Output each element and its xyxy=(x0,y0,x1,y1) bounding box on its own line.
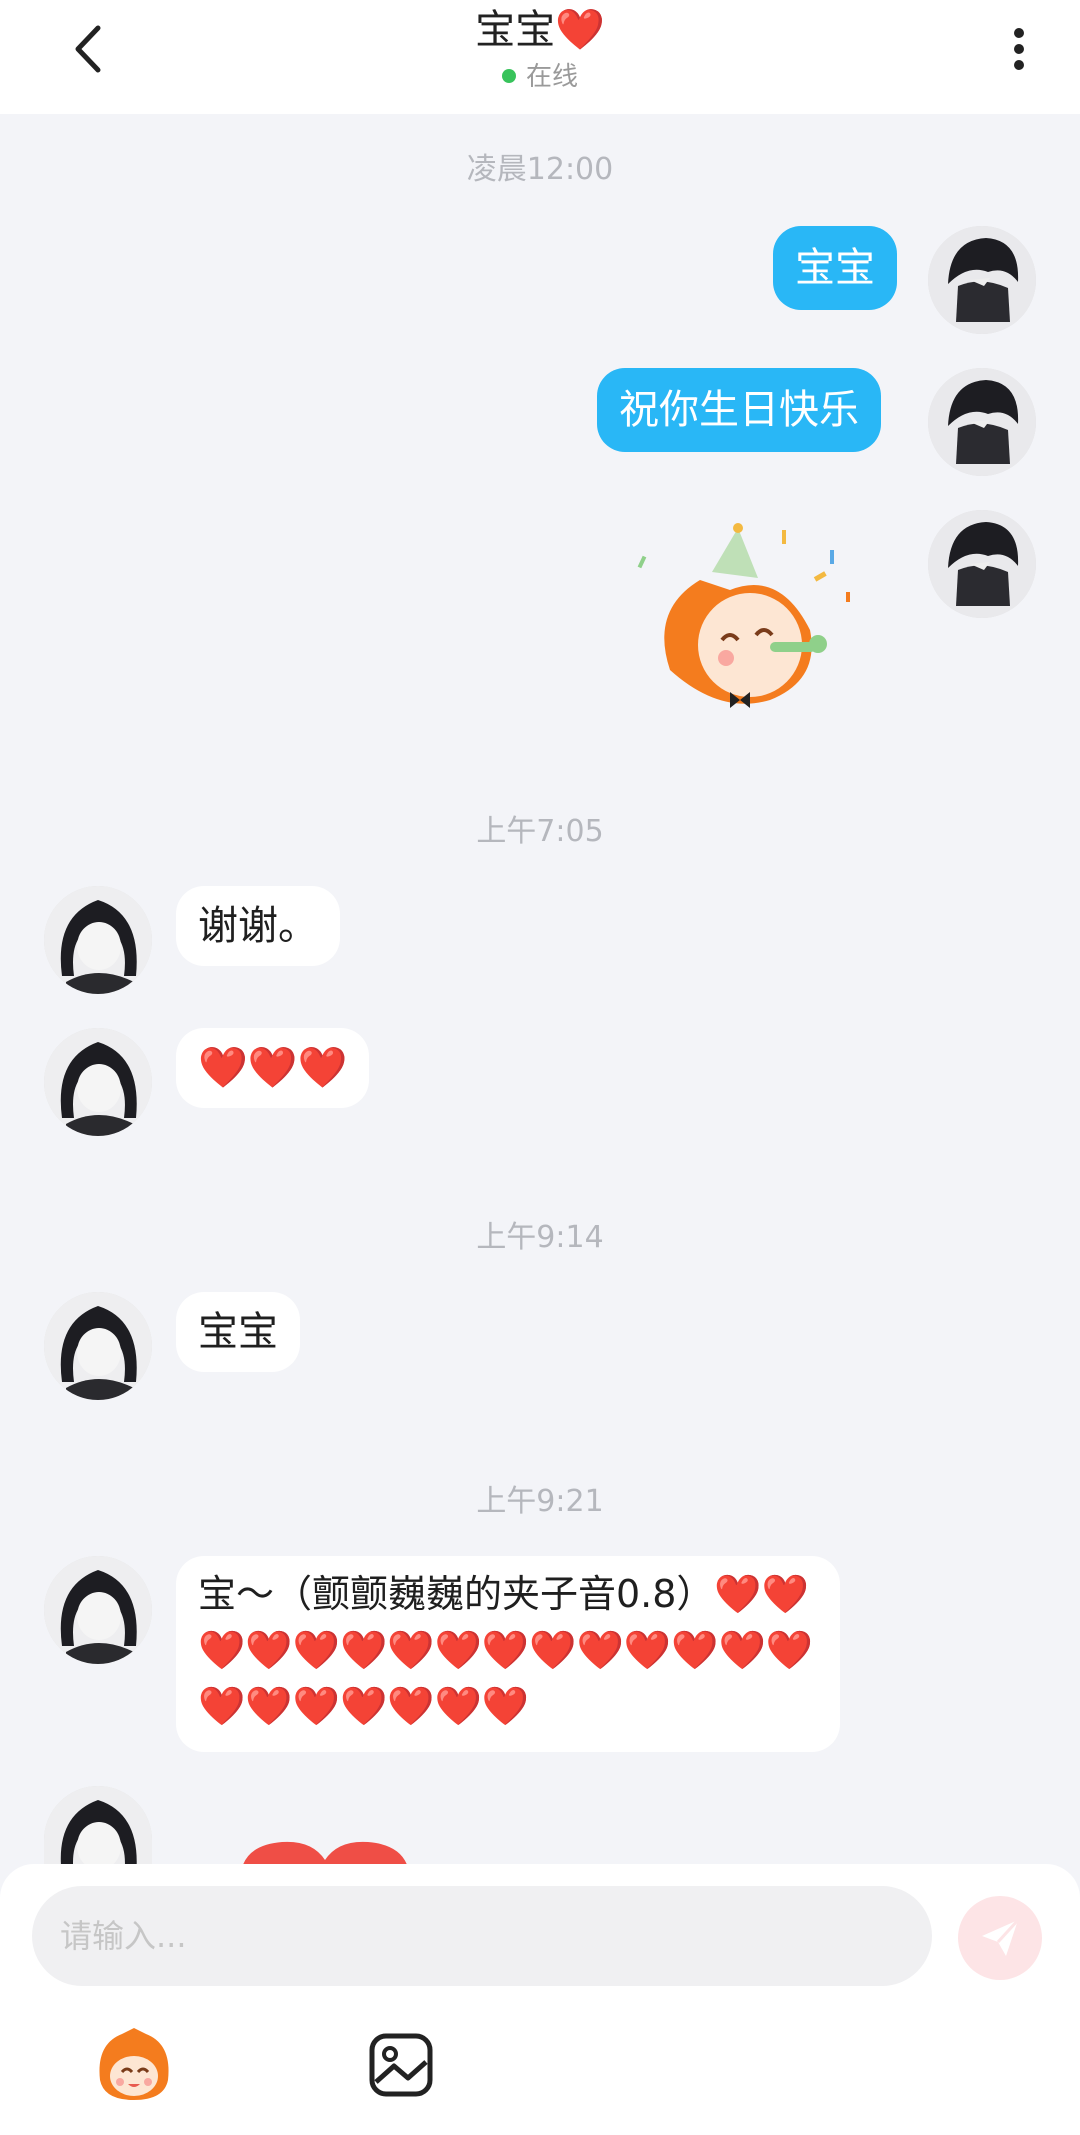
timestamp: 上午9:14 xyxy=(476,1220,604,1255)
online-dot xyxy=(501,69,516,83)
avatar-self[interactable] xyxy=(928,226,1036,334)
avatar-self[interactable] xyxy=(928,510,1036,618)
avatar-self[interactable] xyxy=(928,368,1036,476)
emoji-sticker-icon[interactable] xyxy=(92,2024,176,2104)
chat-header: 宝宝❤️ 在线 xyxy=(0,0,1080,114)
composer-bar: 请输入... xyxy=(0,1864,1080,2135)
avatar-contact[interactable] xyxy=(44,1786,152,1864)
message-bubble-incoming[interactable]: ❤️❤️❤️ xyxy=(176,1028,370,1108)
online-status: 在线 xyxy=(0,60,1080,94)
send-plane-icon[interactable] xyxy=(958,1896,1042,1980)
message-bubble-incoming[interactable]: 谢谢。 xyxy=(176,886,340,966)
timestamp: 上午9:21 xyxy=(476,1484,604,1519)
avatar-contact[interactable] xyxy=(44,1028,152,1136)
message-bubble-incoming[interactable]: 宝宝 xyxy=(176,1292,300,1372)
chat-title: 宝宝❤️ xyxy=(475,7,605,53)
party-sticker[interactable] xyxy=(630,520,860,720)
timestamp: 凌晨12:00 xyxy=(466,152,614,187)
avatar-contact[interactable] xyxy=(44,1556,152,1664)
status-label: 在线 xyxy=(525,62,578,92)
more-vertical-icon[interactable] xyxy=(1004,22,1034,78)
avatar-contact[interactable] xyxy=(44,1292,152,1400)
image-gallery-icon[interactable] xyxy=(368,2032,434,2098)
message-bubble-incoming[interactable]: 宝～（颤颤巍巍的夹子音0.8）❤️❤️❤️❤️❤️❤️❤️❤️❤️❤️❤️❤️❤… xyxy=(176,1556,840,1752)
avatar-contact[interactable] xyxy=(44,886,152,994)
message-input[interactable]: 请输入... xyxy=(32,1886,932,1986)
message-bubble-outgoing[interactable]: 宝宝 xyxy=(773,226,897,310)
timestamp: 上午7:05 xyxy=(476,814,604,849)
message-text: 宝～（颤颤巍巍的夹子音0.8）❤️❤️❤️❤️❤️❤️❤️❤️❤️❤️❤️❤️❤… xyxy=(198,1572,814,1728)
message-bubble-outgoing[interactable]: 祝你生日快乐 xyxy=(597,368,881,452)
heart-sticker[interactable] xyxy=(232,1836,418,1864)
